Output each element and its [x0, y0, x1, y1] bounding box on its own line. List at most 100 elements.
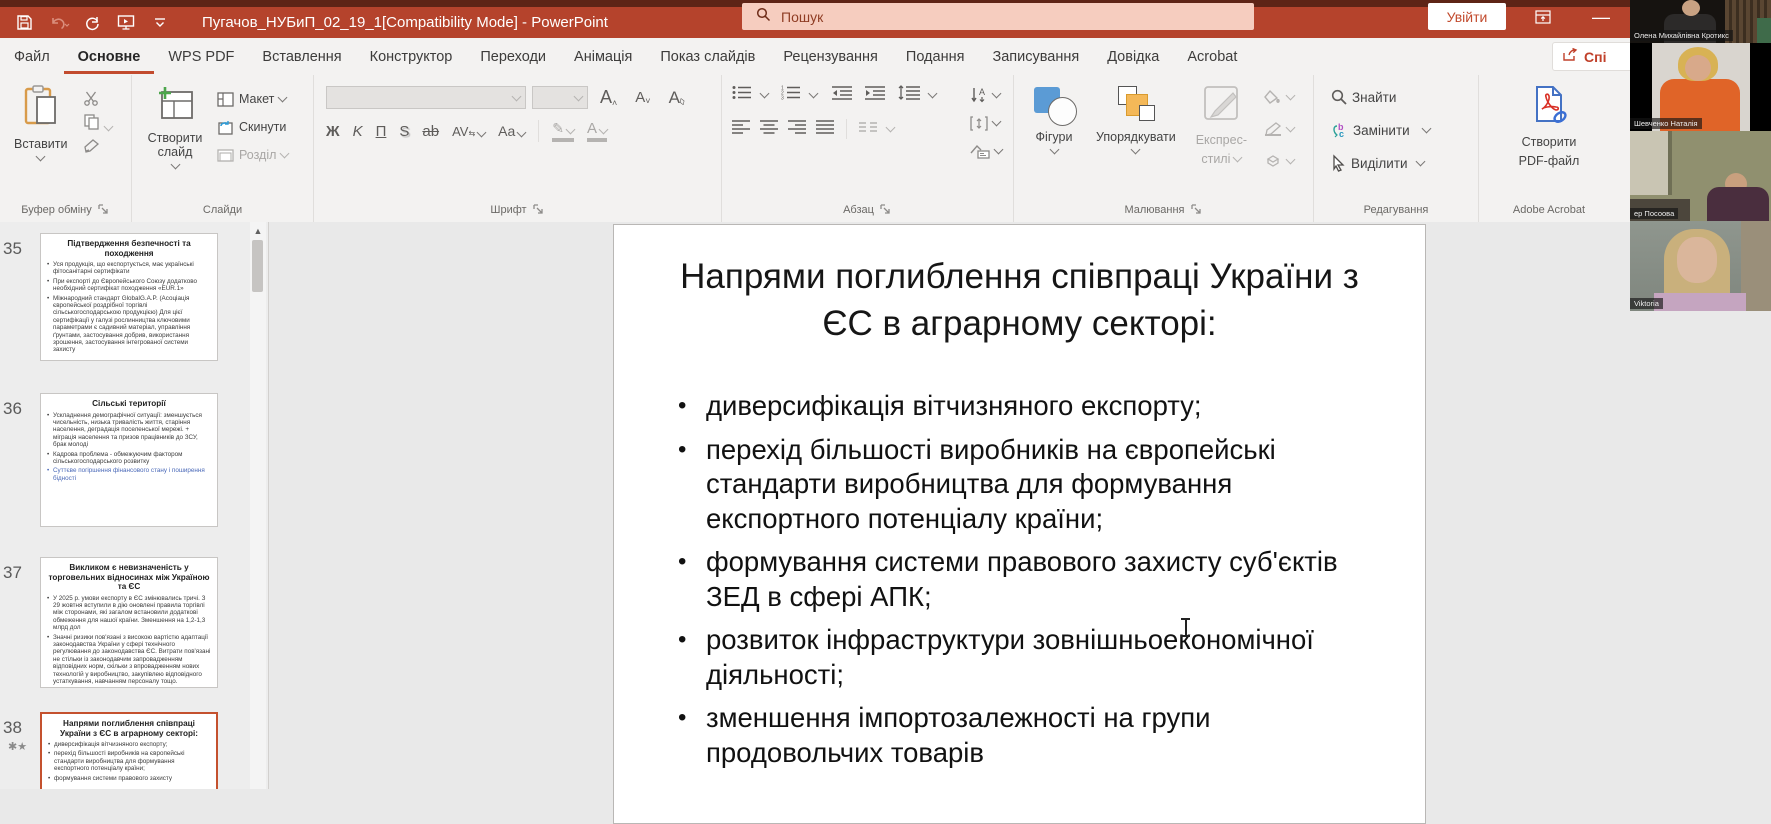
slide-bullet[interactable]: • диверсифікація вітчизняного експорту; [678, 389, 1385, 424]
italic-button[interactable]: K [353, 123, 363, 140]
copy-icon[interactable] [77, 112, 118, 132]
group-label-drawing: Малювання [1124, 204, 1184, 216]
underline-button[interactable]: П [376, 123, 387, 140]
format-painter-icon[interactable] [77, 136, 118, 155]
shapes-button[interactable]: Фігури [1026, 83, 1082, 155]
font-dialog-launcher-icon[interactable] [533, 204, 545, 216]
tab-вставлення[interactable]: Вставлення [248, 40, 355, 74]
text-shadow-button[interactable]: S [399, 123, 409, 140]
participant-video-1[interactable]: Олена Михайлівна Кротикс [1630, 0, 1771, 43]
start-slideshow-icon[interactable] [116, 13, 136, 33]
slide-canvas[interactable]: Напрями поглиблення співпраці України з … [613, 224, 1426, 824]
paragraph-dialog-launcher-icon[interactable] [880, 204, 892, 216]
decrease-indent-button[interactable] [832, 85, 852, 105]
section-button[interactable]: Розділ [214, 143, 291, 167]
tab-основне[interactable]: Основне [64, 40, 155, 74]
ribbon-display-options-icon[interactable] [1530, 4, 1556, 30]
slide-thumbnail-37[interactable]: Викликом є невизначеність у торговельних… [40, 557, 218, 688]
decrease-font-size-button[interactable]: A˅ [629, 87, 656, 108]
sign-in-button[interactable]: Увійти [1428, 3, 1506, 30]
change-case-button[interactable]: Aa [498, 123, 525, 139]
align-left-button[interactable] [732, 120, 750, 139]
create-pdf-button[interactable]: Створити PDF-файл [1513, 83, 1586, 170]
scrollbar-up-arrow-icon[interactable]: ▲ [250, 224, 266, 238]
slide-bullet[interactable]: •розвиток інфраструктури зовнішньоеконом… [678, 623, 1385, 692]
layout-button[interactable]: Макет [214, 87, 291, 111]
tab-анімація[interactable]: Анімація [560, 40, 646, 74]
bold-button[interactable]: Ж [326, 123, 340, 140]
arrange-button[interactable]: Упорядкувати [1090, 83, 1182, 155]
shape-effects-button[interactable] [1261, 149, 1297, 173]
font-color-button[interactable]: A [587, 120, 607, 142]
scrollbar-thumb[interactable] [252, 240, 263, 292]
tab-подання[interactable]: Подання [892, 40, 979, 74]
redo-icon[interactable] [82, 13, 102, 33]
tab-переходи[interactable]: Переходи [466, 40, 560, 74]
group-label-editing: Редагування [1364, 204, 1429, 216]
paste-chevron-icon [36, 152, 46, 162]
slide-title[interactable]: Напрями поглиблення співпраці України з … [614, 253, 1425, 347]
slide-body[interactable]: • диверсифікація вітчизняного експорту; •п… [614, 389, 1425, 770]
share-button[interactable]: Спі [1552, 42, 1638, 71]
font-name-combobox[interactable] [326, 86, 526, 109]
search-box[interactable]: Пошук [742, 3, 1254, 30]
tab-рецензування[interactable]: Рецензування [769, 40, 892, 74]
character-spacing-button[interactable]: AV⇆ [452, 124, 485, 139]
slide-thumbnail-38[interactable]: Напрями поглиблення співпраці України з … [40, 712, 218, 789]
tab-файл[interactable]: Файл [0, 40, 64, 74]
shape-fill-button[interactable] [1261, 85, 1297, 109]
bullet-text: диверсифікація вітчизняного експорту; [706, 389, 1202, 424]
tab-показ-слайдів[interactable]: Показ слайдів [646, 40, 769, 74]
new-slide-label: Створити слайд [144, 131, 206, 159]
drawing-dialog-launcher-icon[interactable] [1191, 204, 1203, 216]
line-spacing-button[interactable] [898, 85, 920, 105]
select-button[interactable]: Виділити [1328, 151, 1427, 175]
shapes-label: Фігури [1036, 130, 1073, 144]
columns-button[interactable] [859, 120, 877, 138]
minimize-button[interactable]: — [1588, 4, 1614, 30]
justify-button[interactable] [816, 120, 834, 139]
bullets-button[interactable] [732, 85, 752, 105]
cut-icon[interactable] [77, 89, 118, 108]
numbering-button[interactable]: 123 [781, 85, 801, 105]
slide-thumbnail-35[interactable]: Підтвердження безпечності та походження•… [40, 233, 218, 361]
clipboard-dialog-launcher-icon[interactable] [98, 204, 110, 216]
tab-acrobat[interactable]: Acrobat [1173, 40, 1251, 74]
new-slide-button[interactable]: Створити слайд [138, 83, 212, 170]
convert-to-smartart-button[interactable] [967, 139, 1005, 163]
strikethrough-button[interactable]: ab [422, 123, 439, 140]
slide-bullet[interactable]: •перехід більшості виробників на європей… [678, 433, 1385, 537]
reset-button[interactable]: Скинути [214, 115, 291, 139]
find-button[interactable]: Знайти [1328, 85, 1399, 109]
tab-довідка[interactable]: Довідка [1093, 40, 1173, 74]
tab-wps-pdf[interactable]: WPS PDF [154, 40, 248, 74]
bullet-marker: • [678, 389, 690, 424]
group-editing: Знайти bc Замінити Виділити Редагування [1314, 75, 1479, 222]
align-right-button[interactable] [788, 120, 806, 139]
align-center-button[interactable] [760, 120, 778, 139]
participant-video-4[interactable]: Viktoria [1630, 221, 1771, 311]
align-text-button[interactable] [967, 111, 1005, 135]
customize-qat-icon[interactable] [150, 13, 170, 33]
clear-formatting-button[interactable]: A◊ [663, 86, 691, 110]
thumbnail-title: Викликом є невизначеність у торговельних… [47, 563, 211, 592]
text-direction-button[interactable]: A [967, 83, 1005, 107]
slide-bullet[interactable]: •зменшення імпортозалежності на групи пр… [678, 701, 1385, 770]
quick-styles-button[interactable]: Експрес- стилі [1190, 83, 1253, 168]
tab-записування[interactable]: Записування [978, 40, 1093, 74]
shape-outline-button[interactable] [1261, 117, 1297, 141]
slide-thumbnail-36[interactable]: Сільські території•Ускладнення демографі… [40, 393, 218, 527]
paste-button[interactable]: Вставити [8, 83, 73, 162]
highlight-color-button[interactable]: ✎ [552, 120, 574, 142]
slide-bullet[interactable]: •формування системи правового захисту су… [678, 545, 1385, 614]
increase-indent-button[interactable] [865, 85, 885, 105]
thumbnail-scrollbar[interactable]: ▲ [250, 222, 266, 789]
participant-video-3[interactable]: ер Посоова [1630, 131, 1771, 221]
tab-конструктор[interactable]: Конструктор [356, 40, 467, 74]
thumbnail-bullet: •Суттєве погіршення фінансового стану і … [47, 467, 211, 482]
save-icon[interactable] [14, 13, 34, 33]
font-size-combobox[interactable] [532, 86, 588, 109]
increase-font-size-button[interactable]: A˄ [594, 85, 623, 110]
participant-video-2[interactable]: Шевченко Наталія [1630, 43, 1771, 131]
replace-button[interactable]: bc Замінити [1328, 118, 1433, 142]
